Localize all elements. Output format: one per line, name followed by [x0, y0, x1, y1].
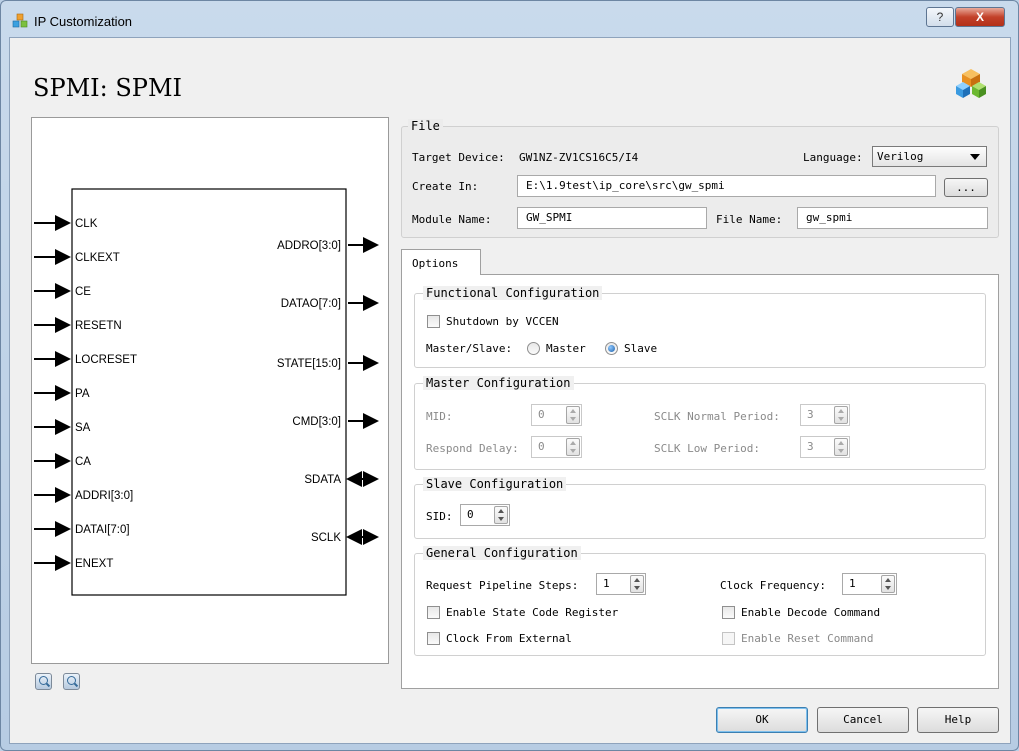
- file-group-title: File: [408, 119, 443, 133]
- respond-delay-value: 0: [538, 440, 545, 453]
- master-config-title: Master Configuration: [423, 376, 574, 390]
- file-name-label: File Name:: [716, 213, 783, 226]
- sid-value: 0: [467, 508, 474, 521]
- input-pin-label: CLK: [75, 218, 98, 230]
- language-select[interactable]: Verilog: [872, 146, 987, 167]
- output-pin-label: DATAO[7:0]: [281, 298, 341, 310]
- sclk-normal-spinbox[interactable]: 3: [800, 404, 850, 426]
- language-value: Verilog: [877, 150, 924, 163]
- decode-command-checkbox[interactable]: [722, 606, 735, 619]
- input-pin-label: SA: [75, 422, 91, 434]
- input-pin-label: CA: [75, 456, 91, 468]
- create-in-field[interactable]: E:\1.9test\ip_core\src\gw_spmi: [517, 175, 936, 197]
- title-bar[interactable]: IP Customization ? X: [1, 1, 1018, 37]
- sid-label: SID:: [426, 510, 453, 523]
- spin-arrows-icon[interactable]: [494, 506, 508, 524]
- cube-app-icon: [12, 13, 28, 28]
- window-title: IP Customization: [34, 14, 133, 29]
- module-name-label: Module Name:: [412, 213, 492, 226]
- input-pin-label: DATAI[7:0]: [75, 524, 130, 536]
- mid-spinbox[interactable]: 0: [531, 404, 582, 426]
- spin-arrows-icon[interactable]: [630, 575, 644, 593]
- respond-delay-label: Respond Delay:: [426, 442, 519, 455]
- close-button[interactable]: X: [955, 7, 1005, 27]
- functional-config-group: Functional Configuration: [414, 286, 986, 368]
- output-pin-label: STATE[15:0]: [277, 358, 341, 370]
- general-config-title: General Configuration: [423, 546, 581, 560]
- respond-delay-spinbox[interactable]: 0: [531, 436, 582, 458]
- cancel-button[interactable]: Cancel: [817, 707, 909, 733]
- slave-radio[interactable]: [605, 342, 618, 355]
- ip-cube-icon: [956, 69, 986, 98]
- clock-frequency-value: 1: [849, 577, 856, 590]
- pipeline-value: 1: [603, 577, 610, 590]
- module-name-field[interactable]: GW_SPMI: [517, 207, 707, 229]
- shutdown-label: Shutdown by VCCEN: [446, 315, 559, 328]
- reset-command-label: Enable Reset Command: [741, 632, 874, 645]
- target-device-value: GW1NZ-ZV1CS16C5/I4: [519, 151, 639, 164]
- input-pin-label: LOCRESET: [75, 354, 137, 366]
- bidir-pin-label: SCLK: [311, 532, 341, 544]
- create-in-label: Create In:: [412, 180, 479, 193]
- ip-symbol-diagram: CLK CLKEXT CE RESETN LOCRESET PA SA CA ADDRI[3:0…: [34, 188, 379, 596]
- slave-radio-label: Slave: [624, 342, 658, 355]
- functional-config-title: Functional Configuration: [423, 286, 603, 300]
- input-pin-label: CE: [75, 286, 91, 298]
- ok-button[interactable]: OK: [716, 707, 808, 733]
- mid-value: 0: [538, 408, 545, 421]
- shutdown-checkbox[interactable]: [427, 315, 440, 328]
- slave-config-title: Slave Configuration: [423, 477, 567, 491]
- input-pin-label: RESETN: [75, 320, 122, 332]
- sclk-low-label: SCLK Low Period:: [654, 442, 760, 455]
- spin-arrows-icon[interactable]: [566, 438, 580, 456]
- input-pin-label: ADDRI[3:0]: [75, 490, 133, 502]
- input-pin-label: PA: [75, 388, 90, 400]
- spin-arrows-icon[interactable]: [834, 438, 848, 456]
- page-title: SPMI: SPMI: [33, 74, 183, 102]
- browse-button[interactable]: ...: [944, 178, 988, 197]
- pipeline-spinbox[interactable]: 1: [596, 573, 646, 595]
- tab-options[interactable]: Options: [401, 249, 481, 275]
- language-label: Language:: [803, 151, 863, 164]
- master-radio-label: Master: [546, 342, 586, 355]
- reset-command-checkbox[interactable]: [722, 632, 735, 645]
- target-device-label: Target Device:: [412, 151, 505, 164]
- output-pin-label: CMD[3:0]: [292, 416, 341, 428]
- spin-arrows-icon[interactable]: [834, 406, 848, 424]
- sclk-normal-value: 3: [807, 408, 814, 421]
- decode-command-label: Enable Decode Command: [741, 606, 881, 619]
- sclk-low-spinbox[interactable]: 3: [800, 436, 850, 458]
- chevron-down-icon: [970, 154, 980, 160]
- state-code-checkbox[interactable]: [427, 606, 440, 619]
- pipeline-label: Request Pipeline Steps:: [426, 579, 579, 592]
- help-button[interactable]: Help: [917, 707, 999, 733]
- zoom-out-icon[interactable]: [63, 673, 80, 690]
- output-pin-label: ADDRO[3:0]: [277, 240, 341, 252]
- clock-external-label: Clock From External: [446, 632, 572, 645]
- master-radio[interactable]: [527, 342, 540, 355]
- clock-external-checkbox[interactable]: [427, 632, 440, 645]
- input-pin-label: CLKEXT: [75, 252, 120, 264]
- zoom-in-icon[interactable]: [35, 673, 52, 690]
- spin-arrows-icon[interactable]: [566, 406, 580, 424]
- clock-frequency-label: Clock Frequency:: [720, 579, 826, 592]
- master-slave-label: Master/Slave:: [426, 342, 513, 355]
- spin-arrows-icon[interactable]: [881, 575, 895, 593]
- file-name-field[interactable]: gw_spmi: [797, 207, 988, 229]
- sclk-low-value: 3: [807, 440, 814, 453]
- titlebar-help-button[interactable]: ?: [926, 7, 954, 27]
- state-code-label: Enable State Code Register: [446, 606, 619, 619]
- bidir-pin-label: SDATA: [304, 474, 341, 486]
- clock-frequency-spinbox[interactable]: 1: [842, 573, 897, 595]
- sclk-normal-label: SCLK Normal Period:: [654, 410, 780, 423]
- master-config-group: Master Configuration: [414, 376, 986, 470]
- sid-spinbox[interactable]: 0: [460, 504, 510, 526]
- mid-label: MID:: [426, 410, 453, 423]
- input-pin-label: ENEXT: [75, 558, 113, 570]
